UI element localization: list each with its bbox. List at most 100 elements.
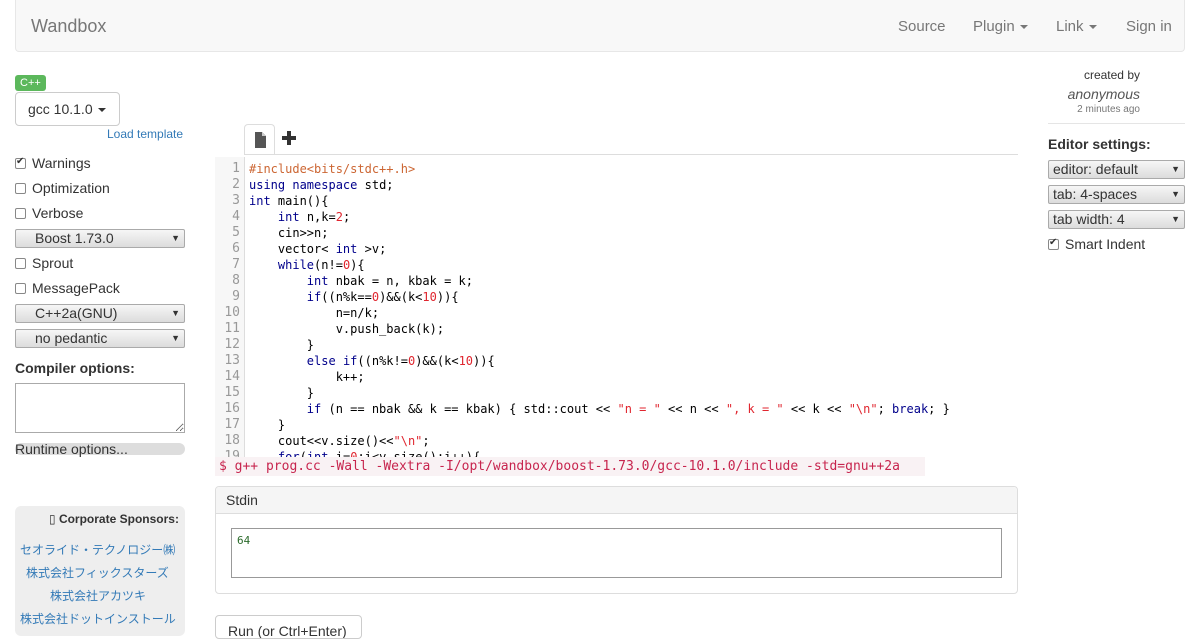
line-number: 16 [224,401,240,416]
dropdown-arrow-icon: ▼ [171,308,180,318]
caret-down-icon [1088,25,1097,30]
code-line: if((n%k==0)&&(k<10)){ [306,290,459,304]
run-button[interactable]: Run (or Ctrl+Enter) [215,615,362,639]
line-number: 14 [224,369,240,384]
messagepack-option[interactable]: MessagePack [15,280,120,296]
std-version-select[interactable]: C++2a(GNU) ▼ [15,304,185,323]
line-number: 11 [224,321,240,336]
code-line: } [249,338,315,352]
compiler-options-label: Compiler options: [15,360,135,376]
messagepack-label: MessagePack [32,280,120,296]
smart-indent-label: Smart Indent [1065,236,1146,252]
pedantic-select[interactable]: no pedantic ▼ [15,329,185,348]
messagepack-checkbox[interactable] [15,283,26,294]
nav-link-label: Link [1056,18,1084,35]
code-line: else if((n%k!=0)&&(k<10)){ [306,354,495,368]
stdin-title[interactable]: Stdin [216,487,1017,514]
sprout-label: Sprout [32,255,74,271]
code-editor[interactable]: 1 2 3 4 5 6 7 8 9 10 11 12 13 14 15 16 1… [215,157,1018,457]
smart-indent-option[interactable]: Smart Indent [1048,236,1145,252]
sponsor-link[interactable]: セオライド・テクノロジー㈱ [20,541,175,558]
author-name: anonymous [1067,86,1140,102]
line-number: 2 [232,177,240,192]
warnings-label: Warnings [32,155,91,171]
code-line: cin>>n; [249,226,329,240]
sponsors-title-text: Corporate Sponsors: [58,512,179,526]
nav-sign-in-link[interactable]: Sign in [1126,18,1172,35]
code-content[interactable]: #include<bits/stdc++.h> using namespace … [249,157,1018,457]
warnings-option[interactable]: Warnings [15,155,91,171]
code-line: #include<bits/stdc++.h> [249,162,416,176]
editor-settings-label: Editor settings: [1048,136,1151,152]
line-number: 1 [232,161,240,176]
line-number: 12 [224,337,240,352]
sponsor-link[interactable]: 株式会社ドットインストール [20,610,176,627]
optimization-option[interactable]: Optimization [15,180,110,196]
line-number: 17 [224,417,240,432]
nav-source-link[interactable]: Source [898,18,946,35]
tab-type-select[interactable]: tab: 4-spaces ▼ [1048,185,1185,204]
code-line: int main(){ [249,194,329,208]
command-line: $ g++ prog.cc -Wall -Wextra -I/opt/wandb… [215,457,925,476]
smart-indent-checkbox[interactable] [1048,237,1059,250]
nav-plugin-dropdown[interactable]: Plugin [973,18,1028,35]
code-line: } [249,418,286,432]
dropdown-arrow-icon: ▼ [1171,214,1180,224]
add-file-button[interactable] [282,128,300,148]
navbar: Wandbox Source Plugin Link Sign in [15,0,1185,52]
nav-link-dropdown[interactable]: Link [1056,18,1097,35]
stdin-textarea[interactable]: 64 [231,528,1002,578]
code-line: v.push_back(k); [249,322,445,336]
line-number: 3 [232,193,240,208]
optimization-label: Optimization [32,180,110,196]
code-line: vector< int >v; [249,242,387,256]
code-line: cout<<v.size()<<"\n"; [249,434,430,448]
created-by-label: created by [1083,68,1140,82]
line-number: 4 [232,209,240,224]
code-line: int n,k=2; [277,210,351,224]
tab-width-select[interactable]: tab width: 4 ▼ [1048,210,1185,229]
pedantic-value: no pedantic [35,330,108,346]
tab-width-value: tab width: 4 [1053,211,1125,227]
sprout-checkbox[interactable] [15,258,26,269]
editor-mode-value: editor: default [1053,161,1138,177]
verbose-checkbox[interactable] [15,208,26,219]
divider [1048,123,1185,124]
sprout-option[interactable]: Sprout [15,255,73,271]
code-line: } [249,386,315,400]
file-icon [255,132,266,148]
editor-mode-select[interactable]: editor: default ▼ [1048,160,1185,179]
info-icon: ▯ [49,512,59,526]
compiler-options-textarea[interactable] [15,383,185,433]
line-number: 18 [224,433,240,448]
boost-version-select[interactable]: Boost 1.73.0 ▼ [15,229,185,248]
optimization-checkbox[interactable] [15,183,26,194]
tab-divider [244,154,1018,155]
code-line: n=n/k; [249,306,380,320]
line-number: 19 [224,449,240,457]
brand-logo[interactable]: Wandbox [31,16,106,37]
compiler-select-button[interactable]: gcc 10.1.0 [15,92,120,126]
language-badge: C++ [15,75,46,91]
line-number: 8 [232,273,240,288]
code-line: using namespace std; [249,178,394,192]
boost-version-value: Boost 1.73.0 [35,230,114,246]
sponsor-link[interactable]: 株式会社アカツキ [50,587,146,604]
caret-down-icon [1019,25,1028,30]
sponsors-panel: ▯ Corporate Sponsors: セオライド・テクノロジー㈱ 株式会社… [15,506,185,636]
file-tab[interactable] [244,124,275,155]
code-line: while(n!=0){ [277,258,365,272]
std-version-value: C++2a(GNU) [35,305,118,321]
verbose-option[interactable]: Verbose [15,205,83,221]
line-number: 13 [224,353,240,368]
sponsor-link[interactable]: 株式会社フィックスターズ [26,564,169,581]
runtime-options-toggle[interactable]: Runtime options... [15,442,185,456]
line-number: 10 [224,305,240,320]
warnings-checkbox[interactable] [15,156,26,169]
code-line: if (n == nbak && k == kbak) { std::cout … [306,402,950,416]
load-template-link[interactable]: Load template [107,127,183,141]
code-line: for(int i=0;i<v.size();i++){ [277,450,481,457]
tab-type-value: tab: 4-spaces [1053,186,1138,202]
dropdown-arrow-icon: ▼ [171,233,180,243]
dropdown-arrow-icon: ▼ [1171,164,1180,174]
